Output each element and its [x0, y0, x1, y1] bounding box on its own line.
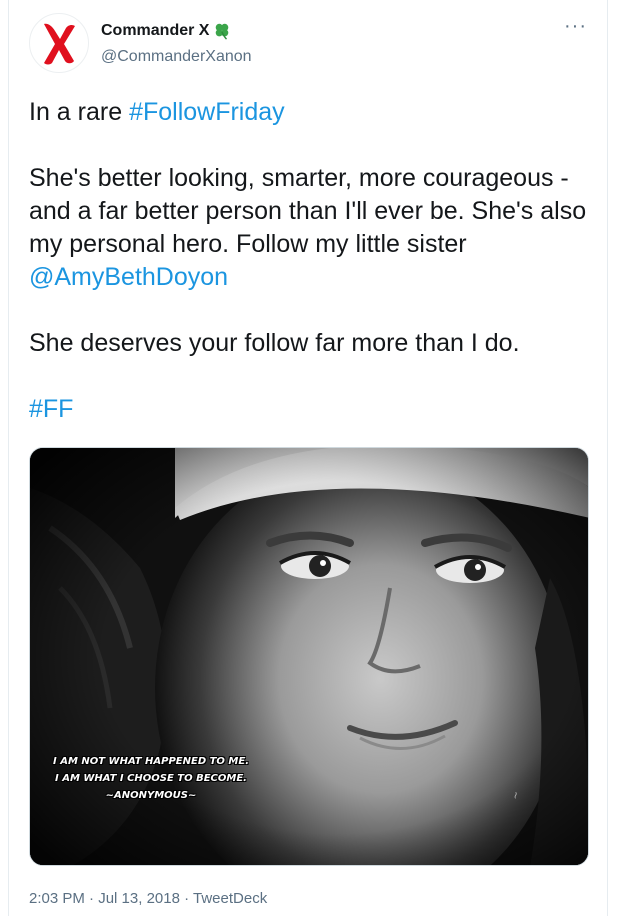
photo-quote-overlay: I AM NOT WHAT HAPPENED TO ME. I AM WHAT …: [38, 753, 264, 804]
more-options-icon[interactable]: ···: [564, 16, 587, 36]
author-display-name[interactable]: Commander X: [101, 22, 209, 40]
quote-line-1: I AM NOT WHAT HAPPENED TO ME.: [53, 756, 249, 767]
tweet-line-1-text: In a rare: [29, 98, 130, 126]
tweet-paragraph-2-text: She's better looking, smarter, more cour…: [29, 164, 587, 258]
hashtag-followfriday-link[interactable]: #FollowFriday: [129, 98, 285, 126]
tweet-body: In a rare #FollowFriday She's better loo…: [29, 96, 599, 426]
four-leaf-clover-icon: [216, 23, 229, 40]
mention-amybethdoyon-link[interactable]: @AmyBethDoyon: [29, 263, 228, 291]
tweet-date-link[interactable]: Jul 13, 2018: [98, 890, 180, 907]
tweet-card: Commander X @CommanderXanon ··· In a rar…: [8, 0, 608, 916]
author-handle[interactable]: @CommanderXanon: [101, 48, 252, 66]
quote-line-3: ~ANONYMOUS~: [105, 790, 197, 801]
author-name-row[interactable]: Commander X: [101, 22, 231, 40]
tweet-line-1: In a rare #FollowFriday: [29, 96, 599, 129]
tweet-photo[interactable]: ~ I AM NOT WHAT HAPPENED TO ME. I AM WHA…: [29, 447, 589, 866]
tweet-time-link[interactable]: 2:03 PM: [29, 890, 85, 907]
tweet-metadata: 2:03 PM · Jul 13, 2018 · TweetDeck: [29, 890, 267, 907]
meta-separator-1: ·: [84, 890, 99, 907]
avatar[interactable]: [29, 13, 89, 73]
meta-separator-2: ·: [179, 890, 194, 907]
tweet-paragraph-2: She's better looking, smarter, more cour…: [29, 162, 599, 294]
red-x-icon: [44, 23, 75, 65]
tweet-paragraph-3: She deserves your follow far more than I…: [29, 329, 520, 357]
tweet-source-link[interactable]: TweetDeck: [193, 890, 267, 907]
quote-line-2: I AM WHAT I CHOOSE TO BECOME.: [55, 773, 247, 784]
hashtag-ff-link[interactable]: #FF: [29, 395, 73, 423]
